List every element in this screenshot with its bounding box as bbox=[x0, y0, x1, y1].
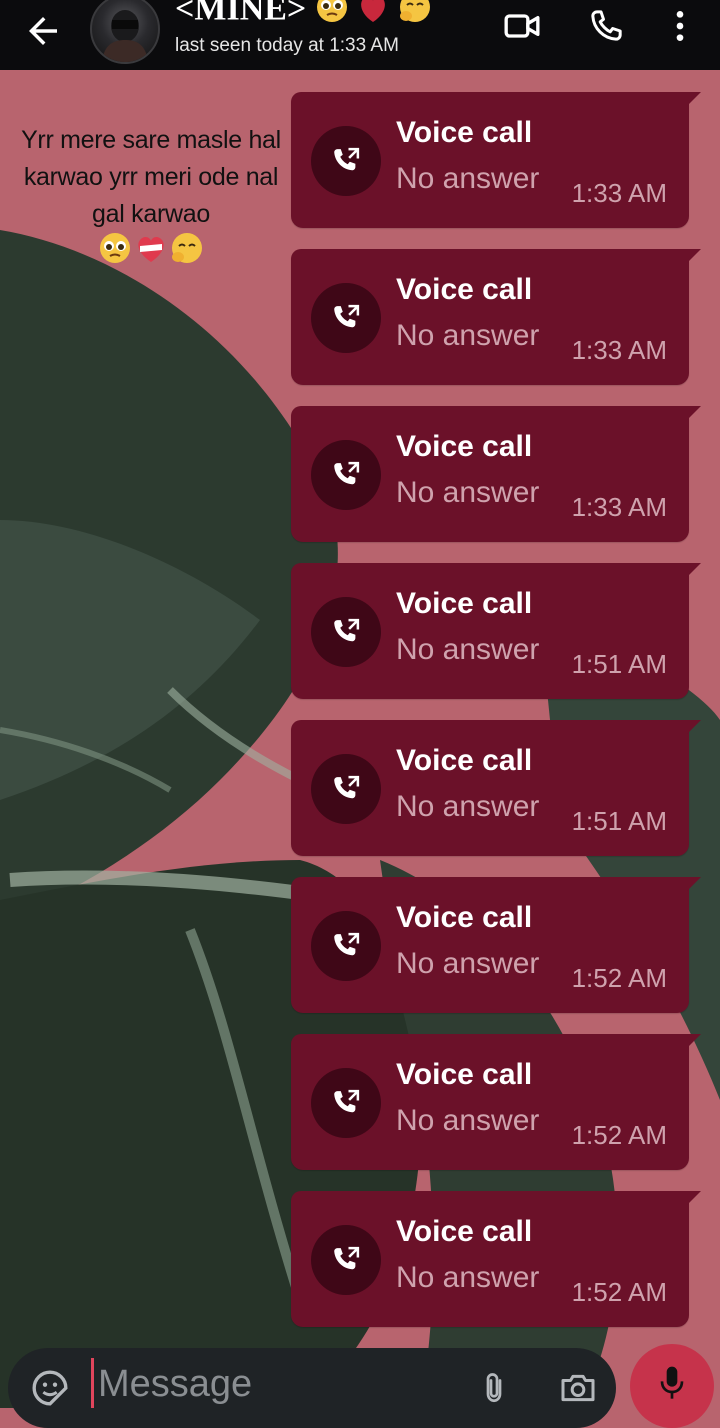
missed-call-icon-wrap bbox=[311, 1068, 381, 1138]
call-title: Voice call bbox=[396, 430, 533, 463]
call-status: No answer bbox=[396, 319, 540, 352]
call-title: Voice call bbox=[396, 1058, 533, 1091]
contact-name[interactable]: <MINE> bbox=[175, 0, 432, 33]
sticker-icon[interactable] bbox=[30, 1368, 70, 1408]
microphone-icon bbox=[660, 1366, 684, 1399]
missed-call-icon-wrap bbox=[311, 754, 381, 824]
face-holding-back-tears-icon bbox=[172, 233, 202, 263]
voice-call-bubble[interactable]: Voice call No answer 1:33 AM bbox=[291, 92, 701, 228]
outgoing-call-icon bbox=[334, 932, 360, 956]
last-seen-status: last seen today at 1:33 AM bbox=[175, 35, 399, 56]
call-status: No answer bbox=[396, 1104, 540, 1137]
voice-call-bubble[interactable]: Voice call No answer 1:33 AM bbox=[291, 249, 701, 385]
outgoing-call-icon bbox=[334, 1246, 360, 1270]
contact-name-text: <MINE> bbox=[175, 0, 307, 28]
pleading-face-icon bbox=[100, 233, 130, 263]
text-cursor bbox=[91, 1358, 94, 1408]
call-status: No answer bbox=[396, 790, 540, 823]
voice-call-bubble[interactable]: Voice call No answer 1:52 AM bbox=[291, 1191, 701, 1327]
call-time: 1:51 AM bbox=[571, 806, 667, 836]
call-title: Voice call bbox=[396, 273, 533, 306]
outgoing-call-icon bbox=[334, 618, 360, 642]
avatar[interactable] bbox=[90, 0, 160, 64]
call-title: Voice call bbox=[396, 1215, 533, 1248]
message-composer bbox=[8, 1348, 616, 1428]
missed-call-icon-wrap bbox=[311, 283, 381, 353]
missed-call-icon-wrap bbox=[311, 911, 381, 981]
chat-header: <MINE> last seen today at 1:33 AM bbox=[0, 0, 720, 70]
call-title: Voice call bbox=[396, 901, 533, 934]
missed-call-icon-wrap bbox=[311, 597, 381, 667]
call-title: Voice call bbox=[396, 116, 533, 149]
pleading-face-icon bbox=[316, 0, 347, 22]
anatomical-heart-icon bbox=[361, 0, 386, 22]
more-vertical-icon[interactable] bbox=[660, 6, 700, 46]
contact-emojis bbox=[315, 0, 432, 33]
voice-call-bubble[interactable]: Voice call No answer 1:51 AM bbox=[291, 720, 701, 856]
mending-heart-icon bbox=[138, 237, 164, 262]
face-holding-back-tears-icon bbox=[399, 0, 430, 22]
missed-call-icon-wrap bbox=[311, 1225, 381, 1295]
voice-call-bubble[interactable]: Voice call No answer 1:52 AM bbox=[291, 1034, 701, 1170]
call-time: 1:33 AM bbox=[571, 492, 667, 522]
call-time: 1:52 AM bbox=[571, 1120, 667, 1150]
microphone-button[interactable] bbox=[630, 1344, 714, 1428]
phone-icon[interactable] bbox=[586, 6, 626, 46]
outgoing-call-icon bbox=[334, 304, 360, 328]
call-time: 1:33 AM bbox=[571, 178, 667, 208]
message-input[interactable] bbox=[98, 1356, 458, 1412]
call-status: No answer bbox=[396, 947, 540, 980]
avatar-image bbox=[102, 10, 148, 62]
camera-icon[interactable] bbox=[558, 1368, 598, 1408]
call-status: No answer bbox=[396, 162, 540, 195]
voice-call-bubble[interactable]: Voice call No answer 1:52 AM bbox=[291, 877, 701, 1013]
call-time: 1:52 AM bbox=[571, 1277, 667, 1307]
call-time: 1:51 AM bbox=[571, 649, 667, 679]
outgoing-call-icon bbox=[334, 1089, 360, 1113]
call-title: Voice call bbox=[396, 744, 533, 777]
call-status: No answer bbox=[396, 476, 540, 509]
incoming-message-text: Yrr mere sare masle hal karwao yrr meri … bbox=[21, 126, 281, 228]
incoming-message: Yrr mere sare masle hal karwao yrr meri … bbox=[20, 122, 282, 265]
video-camera-icon[interactable] bbox=[502, 6, 542, 46]
voice-call-bubble[interactable]: Voice call No answer 1:33 AM bbox=[291, 406, 701, 542]
call-status: No answer bbox=[396, 1261, 540, 1294]
outgoing-call-icon bbox=[334, 775, 360, 799]
paperclip-icon[interactable] bbox=[476, 1368, 512, 1408]
outgoing-call-icon bbox=[334, 147, 360, 171]
outgoing-call-icon bbox=[334, 461, 360, 485]
missed-call-icon-wrap bbox=[311, 126, 381, 196]
missed-call-icon-wrap bbox=[311, 440, 381, 510]
call-time: 1:52 AM bbox=[571, 963, 667, 993]
call-title: Voice call bbox=[396, 587, 533, 620]
call-status: No answer bbox=[396, 633, 540, 666]
voice-call-bubble[interactable]: Voice call No answer 1:51 AM bbox=[291, 563, 701, 699]
arrow-left-icon[interactable] bbox=[22, 10, 64, 52]
call-time: 1:33 AM bbox=[571, 335, 667, 365]
incoming-message-emojis bbox=[20, 231, 282, 265]
